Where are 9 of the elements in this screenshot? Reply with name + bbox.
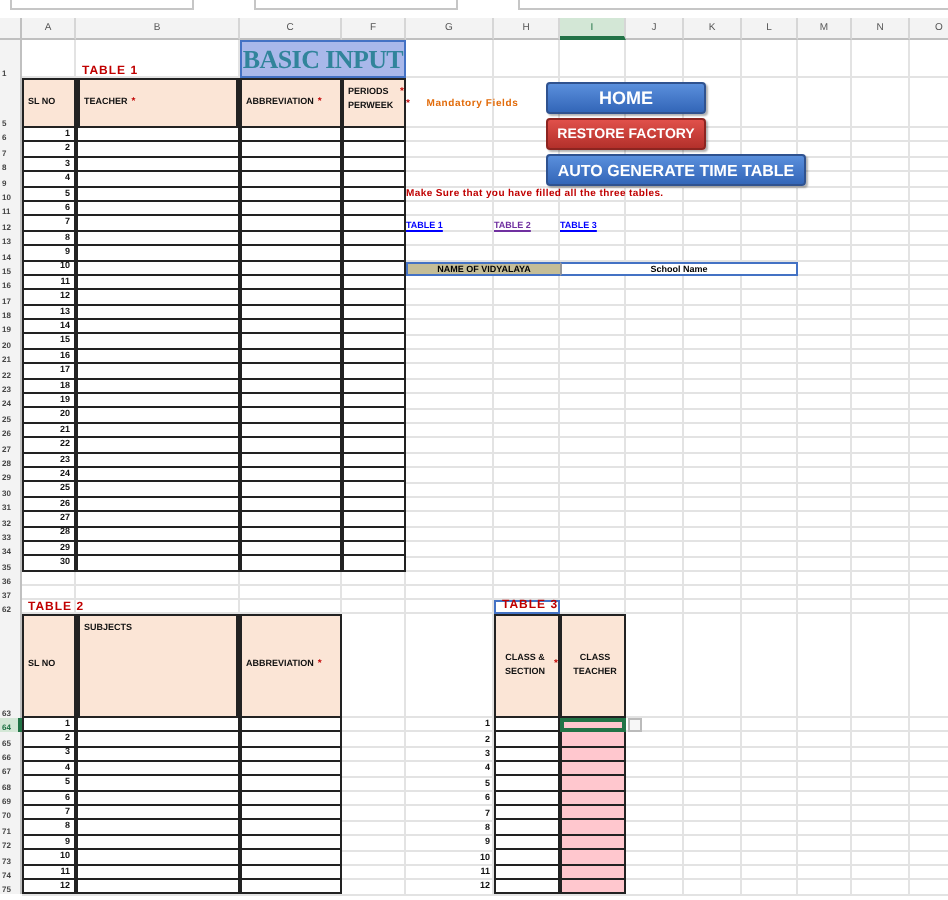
table-cell[interactable] <box>560 806 626 821</box>
table-cell[interactable] <box>560 776 626 792</box>
banner-title: BASIC INPUT <box>240 40 406 78</box>
action-button[interactable]: AUTO GENERATE TIME TABLE <box>546 154 806 186</box>
table-cell[interactable] <box>560 880 626 895</box>
table-cell[interactable] <box>560 820 626 836</box>
action-button[interactable]: HOME <box>546 82 706 114</box>
table-cell[interactable] <box>560 850 626 866</box>
table-cell[interactable] <box>560 732 626 747</box>
